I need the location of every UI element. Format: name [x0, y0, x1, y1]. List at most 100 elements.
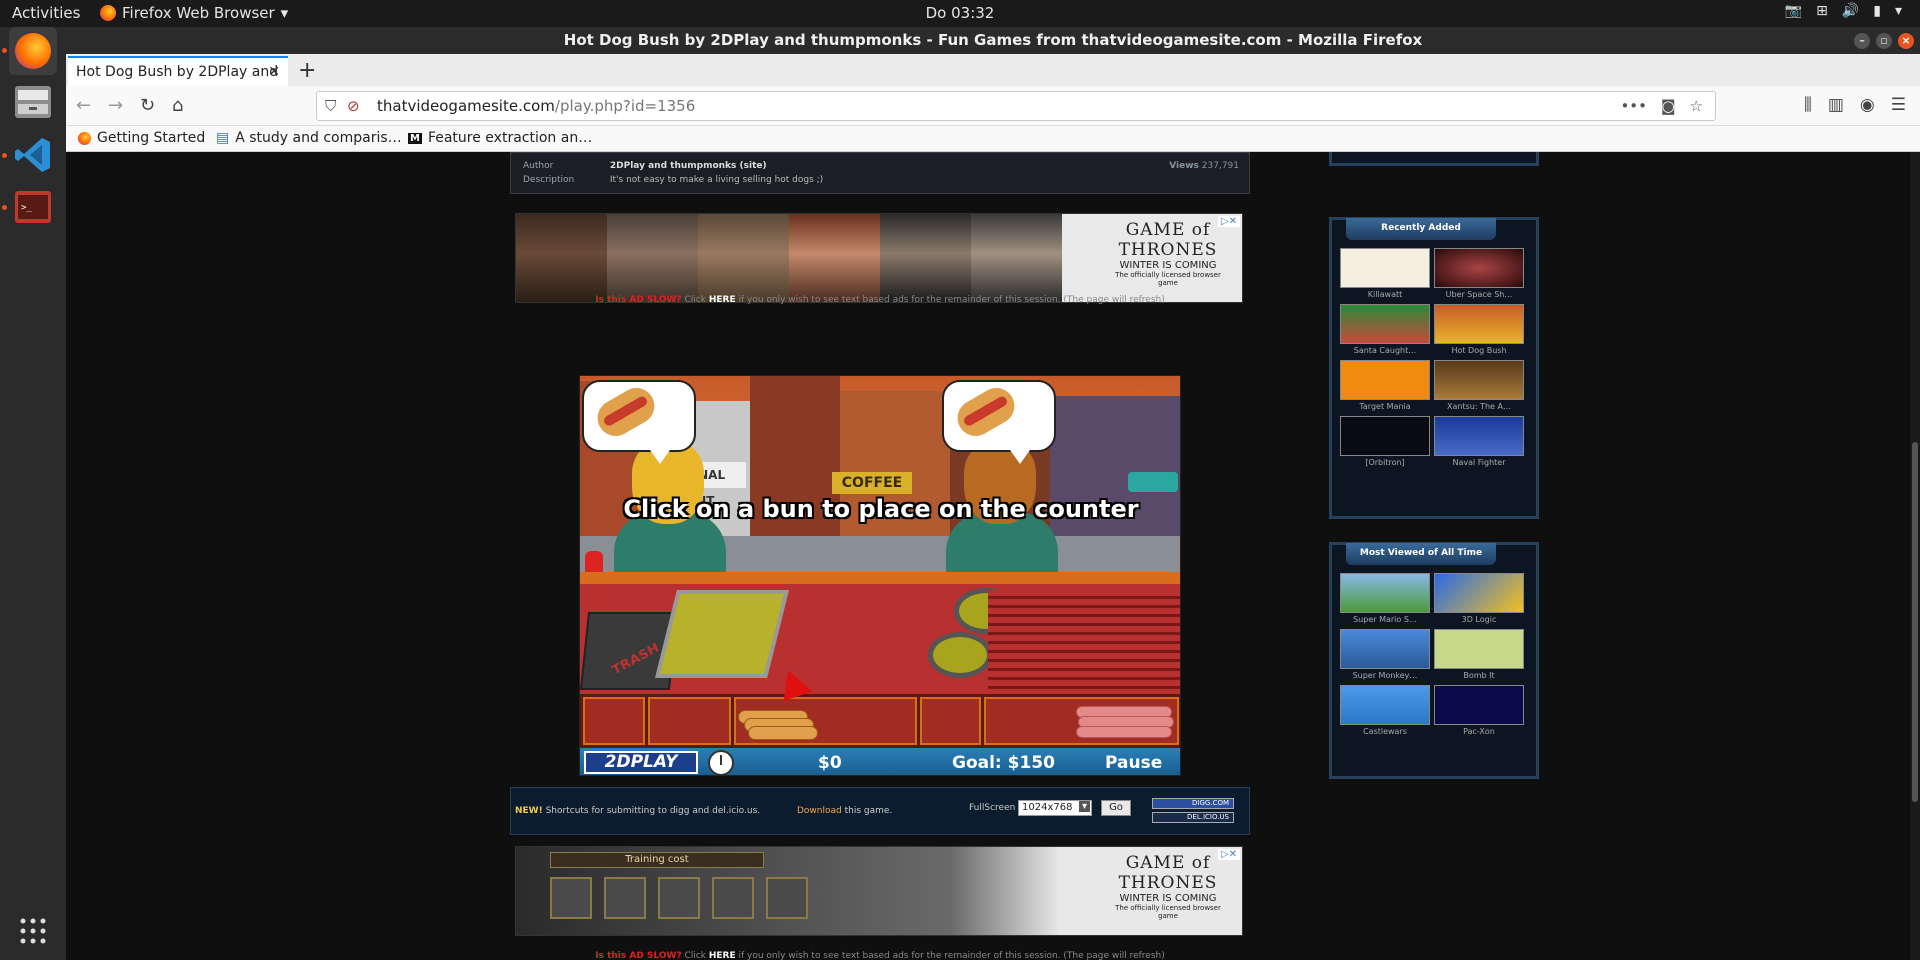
bookmark-label: Feature extraction an…: [427, 130, 593, 146]
new-tab-button[interactable]: +: [298, 58, 316, 83]
ad-close-icon[interactable]: ▷✕: [1217, 216, 1240, 227]
tab-bar: Hot Dog Bush by 2DPlay and ✕ +: [66, 54, 1920, 86]
coffee-sign: COFFEE: [832, 472, 912, 494]
document-icon: ▤: [216, 130, 230, 146]
reload-button[interactable]: ↻: [140, 95, 155, 116]
digg-button[interactable]: DIGG.COM: [1152, 798, 1234, 809]
shield-icon[interactable]: ⛉: [325, 97, 336, 115]
delicious-button[interactable]: DEL.ICIO.US: [1152, 812, 1234, 823]
bin-slot[interactable]: [647, 697, 732, 745]
timer-icon: [708, 750, 734, 775]
app-menu[interactable]: Firefox Web Browser ▾: [100, 4, 288, 22]
game-thumb-uber-space[interactable]: Uber Space Sh…: [1434, 248, 1524, 302]
scrollbar-thumb[interactable]: [1912, 442, 1918, 802]
network-icon[interactable]: ⊞: [1816, 3, 1828, 19]
game-thumb-orbitron[interactable]: [Orbitron]: [1340, 416, 1430, 470]
most-viewed-grid: Super Mario S… 3D Logic Super Monkey… Bo…: [1340, 573, 1524, 739]
url-bar[interactable]: ⛉ ⊘ thatvideogamesite.com/play.php?id=13…: [316, 91, 1716, 121]
sidebar-icon[interactable]: ▥: [1828, 95, 1844, 115]
banner-ad-bottom[interactable]: Training cost GAME of THRONES WINTER IS …: [515, 846, 1243, 936]
ad-slow-here-link[interactable]: HERE: [709, 295, 736, 305]
page-scrollbar[interactable]: [1910, 152, 1920, 960]
download-link[interactable]: Download: [797, 806, 842, 816]
game-thumb-xantsu[interactable]: Xantsu: The A…: [1434, 360, 1524, 414]
ad-close-icon[interactable]: ▷✕: [1217, 849, 1240, 860]
pause-button[interactable]: Pause: [1105, 753, 1162, 773]
forward-button[interactable]: →: [108, 95, 123, 116]
ad-slow-here-link[interactable]: HERE: [709, 951, 736, 960]
bookmark-star-icon[interactable]: ☆: [1690, 97, 1703, 115]
files-launcher[interactable]: [9, 78, 57, 126]
ad-slow-notice: Is this AD SLOW? Click HERE if you only …: [510, 951, 1250, 960]
show-applications-button[interactable]: [9, 907, 57, 955]
dock: >_: [0, 27, 66, 960]
firefox-icon: [100, 5, 116, 21]
firefox-launcher[interactable]: [9, 27, 57, 75]
chevron-down-icon[interactable]: ▾: [1895, 3, 1902, 19]
app-menu-label: Firefox Web Browser: [122, 4, 275, 22]
game-thumb-super-mario[interactable]: Super Mario S…: [1340, 573, 1430, 627]
firefox-icon: [15, 33, 51, 69]
pocket-icon[interactable]: ◙: [1661, 97, 1676, 115]
close-window-button[interactable]: ×: [1898, 33, 1914, 49]
url-path: /play.php?id=1356: [554, 97, 696, 115]
author-link[interactable]: 2DPlay and thumpmonks (site): [610, 161, 767, 171]
game-canvas[interactable]: NATIONAL COUNT COFFEE Click on a bun to …: [579, 375, 1181, 776]
menu-icon[interactable]: ☰: [1891, 95, 1906, 115]
activities-button[interactable]: Activities: [12, 4, 80, 22]
grill[interactable]: [988, 590, 1180, 698]
relish-tray[interactable]: [655, 590, 789, 678]
bin-slot[interactable]: [919, 697, 982, 745]
game-thumb-castlewars[interactable]: Castlewars: [1340, 685, 1430, 739]
battery-icon[interactable]: ▮: [1873, 3, 1881, 19]
volume-icon[interactable]: 🔊: [1842, 3, 1859, 19]
home-button[interactable]: ⌂: [172, 95, 183, 116]
2dplay-logo[interactable]: 2DPLAY: [584, 751, 698, 774]
ad-equipment-slots: [550, 877, 808, 919]
clock[interactable]: Do 03:32: [926, 4, 995, 22]
game-thumb-3d-logic[interactable]: 3D Logic: [1434, 573, 1524, 627]
game-thumb-hot-dog-bush[interactable]: Hot Dog Bush: [1434, 304, 1524, 358]
go-button[interactable]: Go: [1101, 800, 1131, 816]
bin-slot[interactable]: [583, 697, 645, 745]
navigation-bar: ← → ↻ ⌂ ⛉ ⊘ thatvideogamesite.com/play.p…: [66, 86, 1920, 126]
game-thumb-super-monkey[interactable]: Super Monkey…: [1340, 629, 1430, 683]
maximize-button[interactable]: ▫: [1876, 33, 1892, 49]
new-label: NEW!: [515, 806, 543, 816]
buns-pile[interactable]: [738, 706, 822, 742]
game-thumb-bomb-it[interactable]: Bomb It: [1434, 629, 1524, 683]
vscode-launcher[interactable]: [9, 131, 57, 179]
game-thumb-killawatt[interactable]: Killawatt: [1340, 248, 1430, 302]
bookmark-study[interactable]: ▤ A study and comparis…: [216, 130, 402, 146]
terminal-launcher[interactable]: >_: [9, 183, 57, 231]
download-suffix: this game.: [844, 806, 893, 816]
hot-dog-icon: [951, 381, 1021, 443]
close-tab-icon[interactable]: ✕: [268, 64, 280, 80]
game-thumb-santa-caught[interactable]: Santa Caught…: [1340, 304, 1430, 358]
sausages-pile[interactable]: [1076, 704, 1176, 742]
ad-slow-prefix: Is this AD SLOW?: [595, 951, 682, 960]
tab-hot-dog-bush[interactable]: Hot Dog Bush by 2DPlay and ✕: [68, 56, 288, 86]
game-thumb-naval-fighter[interactable]: Naval Fighter: [1434, 416, 1524, 470]
medium-icon: M: [408, 132, 422, 144]
library-icon[interactable]: ⫼: [1804, 95, 1812, 115]
insecure-lock-icon[interactable]: ⊘: [347, 97, 360, 115]
bookmark-label: Getting Started: [97, 130, 206, 146]
ad-slow-click: Click: [684, 295, 706, 305]
account-icon[interactable]: ◉: [1860, 95, 1875, 115]
back-button[interactable]: ←: [76, 95, 91, 116]
page-actions-icon[interactable]: •••: [1620, 97, 1647, 115]
recently-added-panel: Recently Added Killawatt Uber Space Sh… …: [1329, 217, 1539, 519]
game-instruction: Click on a bun to place on the counter: [623, 495, 1139, 523]
sauce-pan-bottom[interactable]: [928, 632, 992, 678]
bookmark-getting-started[interactable]: Getting Started: [78, 130, 205, 146]
game-thumb-target-mania[interactable]: Target Mania: [1340, 360, 1430, 414]
bookmark-feature-extraction[interactable]: M Feature extraction an…: [408, 130, 592, 146]
shortcuts-text: Shortcuts for submitting to digg and del…: [545, 806, 761, 816]
screenshot-icon[interactable]: 📷: [1785, 3, 1802, 19]
cooking-board: TRASH: [580, 584, 1180, 698]
fullscreen-resolution-select[interactable]: 1024x768: [1018, 800, 1092, 816]
banner-ad-top[interactable]: GAME of THRONES WINTER IS COMING The off…: [515, 213, 1243, 303]
game-thumb-pac-xon[interactable]: Pac-Xon: [1434, 685, 1524, 739]
minimize-button[interactable]: –: [1854, 33, 1870, 49]
